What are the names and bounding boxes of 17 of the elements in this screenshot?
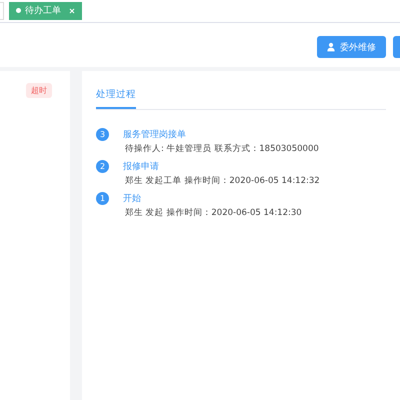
step-number: 1 — [96, 192, 109, 205]
tab-label: 待办工单 — [25, 4, 61, 17]
step-title: 开始 — [123, 193, 142, 205]
user-icon — [327, 42, 335, 52]
close-icon[interactable] — [69, 8, 75, 14]
process-tab[interactable]: 处理过程 — [96, 85, 136, 109]
step-title: 报修申请 — [123, 160, 160, 173]
step-detail: 郑生 发起 操作时间：2020-06-05 14:12:30 — [124, 207, 302, 219]
step-detail: 待操作人: 牛娃管理员 联系方式：18503050000 — [124, 143, 319, 155]
step-detail: 郑生 发起工单 操作时间：2020-06-05 14:12:32 — [124, 175, 320, 187]
step-number: 3 — [96, 128, 109, 141]
toolbar-button[interactable]: 委外维修 — [317, 36, 386, 58]
step-number: 2 — [96, 160, 109, 173]
step-title: 服务管理岗接单 — [123, 128, 187, 141]
overdue-badge: 超时 — [26, 83, 52, 98]
page-tab[interactable]: 待办工单 — [9, 2, 82, 20]
dot-icon — [16, 8, 21, 13]
